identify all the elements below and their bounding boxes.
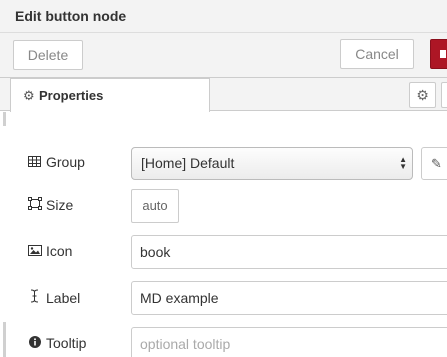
table-icon: [27, 155, 42, 170]
delete-button[interactable]: Delete: [13, 40, 83, 70]
tab-properties[interactable]: ⚙ Properties: [10, 78, 210, 112]
size-button[interactable]: auto: [131, 189, 179, 223]
tray-title: Edit button node: [15, 8, 127, 24]
icon-input[interactable]: book: [131, 235, 447, 269]
tab-properties-label: Properties: [39, 88, 104, 103]
tab-strip: ⚙ Properties ⚙: [0, 78, 447, 112]
label-label-text: Label: [46, 289, 81, 306]
pencil-icon: ✎: [431, 156, 442, 171]
select-caret-icon: ▲ ▼: [399, 155, 407, 171]
scroll-edge-marker: [3, 112, 6, 126]
cancel-button[interactable]: Cancel: [340, 39, 414, 69]
group-label-text: Group: [46, 154, 85, 170]
tray-header: Edit button node: [0, 0, 447, 33]
group-label: Group: [27, 154, 85, 170]
scroll-edge-marker: [3, 322, 6, 357]
done-button[interactable]: [430, 39, 447, 69]
gear-icon: ⚙: [23, 88, 35, 103]
tooltip-label-text: Tooltip: [46, 335, 87, 351]
label-input[interactable]: MD example: [131, 281, 447, 315]
tab-extra-button[interactable]: [441, 82, 447, 108]
edit-group-button[interactable]: ✎: [421, 147, 447, 180]
node-settings-button[interactable]: ⚙: [409, 82, 436, 108]
info-circle-icon: [27, 335, 42, 351]
edit-node-tray: Edit button node Delete Cancel ⚙ Propert…: [0, 0, 447, 357]
group-select-value: [Home] Default: [141, 155, 235, 171]
group-select[interactable]: [Home] Default ▲ ▼: [131, 147, 413, 180]
icon-label-text: Icon: [46, 243, 73, 259]
label-label: Label: [27, 289, 80, 306]
size-label: Size: [27, 197, 73, 213]
picture-icon: [27, 244, 42, 259]
done-label-fragment: [440, 50, 446, 58]
size-label-text: Size: [46, 197, 74, 213]
tooltip-label: Tooltip: [27, 335, 86, 351]
tray-toolbar: Delete Cancel: [0, 33, 447, 78]
gear-icon: ⚙: [416, 87, 429, 103]
tooltip-input[interactable]: optional tooltip: [131, 327, 447, 357]
text-cursor-icon: [27, 289, 42, 306]
resize-icon: [27, 197, 42, 213]
icon-label: Icon: [27, 243, 72, 259]
